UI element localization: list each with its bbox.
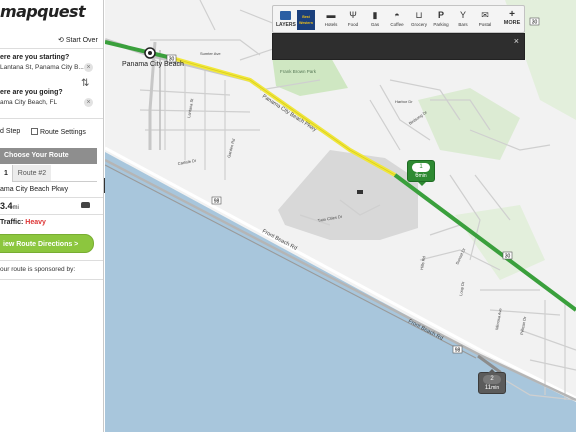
route-2-time-unit: min — [491, 385, 500, 391]
route-name: ama City Beach Pkwy — [0, 186, 69, 193]
hotels-label: Hotels — [324, 22, 338, 27]
close-icon[interactable]: × — [514, 36, 519, 46]
car-icon — [81, 202, 90, 208]
postal-button[interactable]: ✉ Postal — [474, 9, 496, 33]
start-over-link[interactable]: ⟲ Start Over — [58, 36, 98, 44]
route-1-time-unit: min — [418, 173, 427, 179]
hotels-button[interactable]: ▬ Hotels — [320, 9, 342, 33]
layers-button[interactable]: LAYERS — [276, 9, 296, 33]
grocery-button[interactable]: ⊔ Grocery — [408, 9, 430, 33]
postal-label: Postal — [478, 22, 492, 27]
divider — [0, 118, 103, 119]
route-settings-link[interactable]: Route Settings — [31, 128, 86, 136]
route-2-time: 11min — [479, 384, 505, 392]
end-location-input[interactable]: ama City Beach, FL — [0, 99, 57, 106]
clear-start-icon[interactable]: × — [84, 63, 93, 72]
food-button[interactable]: Ψ Food — [342, 9, 364, 33]
poi-toolbar: LAYERS Best Western ▬ Hotels Ψ Food ▮ Gas ◓… — [272, 5, 525, 33]
gas-label: Gas — [370, 22, 380, 27]
route-1-badge[interactable]: 1 6min — [407, 160, 435, 186]
traffic-label: Traffic: — [0, 219, 24, 226]
more-label: MORE — [503, 20, 521, 26]
layers-label: LAYERS — [276, 22, 296, 28]
mail-icon: ✉ — [481, 10, 489, 20]
end-question: ere are you going? — [0, 89, 63, 96]
undo-icon: ⟲ — [58, 37, 64, 44]
bars-label: Bars — [458, 22, 468, 27]
add-step-link[interactable]: d Step — [0, 128, 20, 135]
distance-unit: mi — [12, 205, 19, 211]
food-label: Food — [347, 22, 359, 27]
plus-icon: + — [509, 9, 515, 20]
mapquest-window: mapquest ⟲ Start Over ere are you startin… — [0, 0, 576, 432]
tab-route-1[interactable]: 1 — [0, 165, 13, 182]
mapquest-logo[interactable]: mapquest — [0, 2, 86, 21]
route-2-badge[interactable]: 2 11min — [478, 369, 506, 394]
grocery-label: Grocery — [410, 22, 427, 27]
shield-label: 30 — [505, 254, 511, 260]
route-1-number: 1 — [412, 163, 430, 172]
sidebar-panel: mapquest ⟲ Start Over ere are you startin… — [0, 0, 104, 432]
swap-locations-icon[interactable]: ⇅ — [81, 78, 89, 89]
add-step-label: d Step — [0, 128, 21, 135]
tab-route-2[interactable]: Route #2 — [13, 165, 51, 182]
cocktail-icon: Y — [459, 10, 466, 20]
divider — [0, 279, 103, 280]
gas-pump-icon: ▮ — [372, 10, 378, 20]
shield-label: 98 — [214, 199, 220, 205]
route-settings-label: Route Settings — [40, 129, 86, 136]
distance-value: 3.4 — [0, 201, 13, 211]
layers-icon — [279, 11, 291, 20]
sponsor-text: our route is sponsored by: — [0, 266, 76, 273]
tabs-spacer — [51, 165, 97, 182]
settings-icon — [31, 128, 38, 135]
start-question: ere are you starting? — [0, 54, 70, 61]
traffic-level: Heavy — [25, 219, 46, 226]
best-western-button[interactable]: Best Western — [297, 10, 315, 30]
road-label: Harbor Dr — [395, 99, 413, 104]
divider — [0, 260, 103, 261]
cart-icon: ⊔ — [415, 10, 423, 20]
parking-icon: P — [437, 10, 444, 20]
parking-button[interactable]: P Parking — [430, 9, 452, 33]
traffic-status: Traffic: Heavy — [0, 219, 46, 226]
road-label: Sumter Ave — [200, 51, 221, 56]
coffee-cup-icon: ◓ — [394, 10, 400, 20]
coffee-button[interactable]: ◓ Coffee — [386, 9, 408, 33]
start-over-label: Start Over — [65, 37, 98, 44]
gas-button[interactable]: ▮ Gas — [364, 9, 386, 33]
map-canvas[interactable]: 98 30 98 30 30 Panama City Beach Frank B… — [104, 0, 576, 432]
shield-label: 98 — [455, 348, 461, 354]
view-route-directions-button[interactable]: iew Route Directions > — [0, 234, 94, 253]
poi-marker — [357, 190, 363, 194]
map-svg: 98 30 98 30 30 Panama City Beach Frank B… — [104, 0, 576, 432]
start-location-input[interactable]: Lantana St, Panama City B... — [0, 64, 84, 71]
bars-button[interactable]: Y Bars — [452, 9, 474, 33]
parking-label: Parking — [433, 22, 449, 27]
fork-knife-icon: Ψ — [349, 10, 357, 20]
poi-panel: × — [272, 33, 525, 60]
divider — [0, 48, 103, 49]
park-label: Frank Brown Park — [280, 69, 317, 74]
route-1-time: 6min — [408, 172, 434, 180]
divider — [0, 197, 103, 198]
bed-icon: ▬ — [326, 10, 336, 20]
coffee-label: Coffee — [390, 22, 404, 27]
start-marker-dot — [148, 51, 152, 55]
divider — [0, 214, 103, 215]
route-2-number: 2 — [483, 375, 501, 384]
route-distance: 3.4mi — [0, 201, 19, 211]
place-label: Panama City Beach — [122, 61, 184, 68]
shield-label: 30 — [532, 20, 538, 26]
choose-route-header: Choose Your Route — [0, 148, 97, 164]
more-button[interactable]: + MORE — [501, 9, 523, 33]
clear-end-icon[interactable]: × — [84, 98, 93, 107]
